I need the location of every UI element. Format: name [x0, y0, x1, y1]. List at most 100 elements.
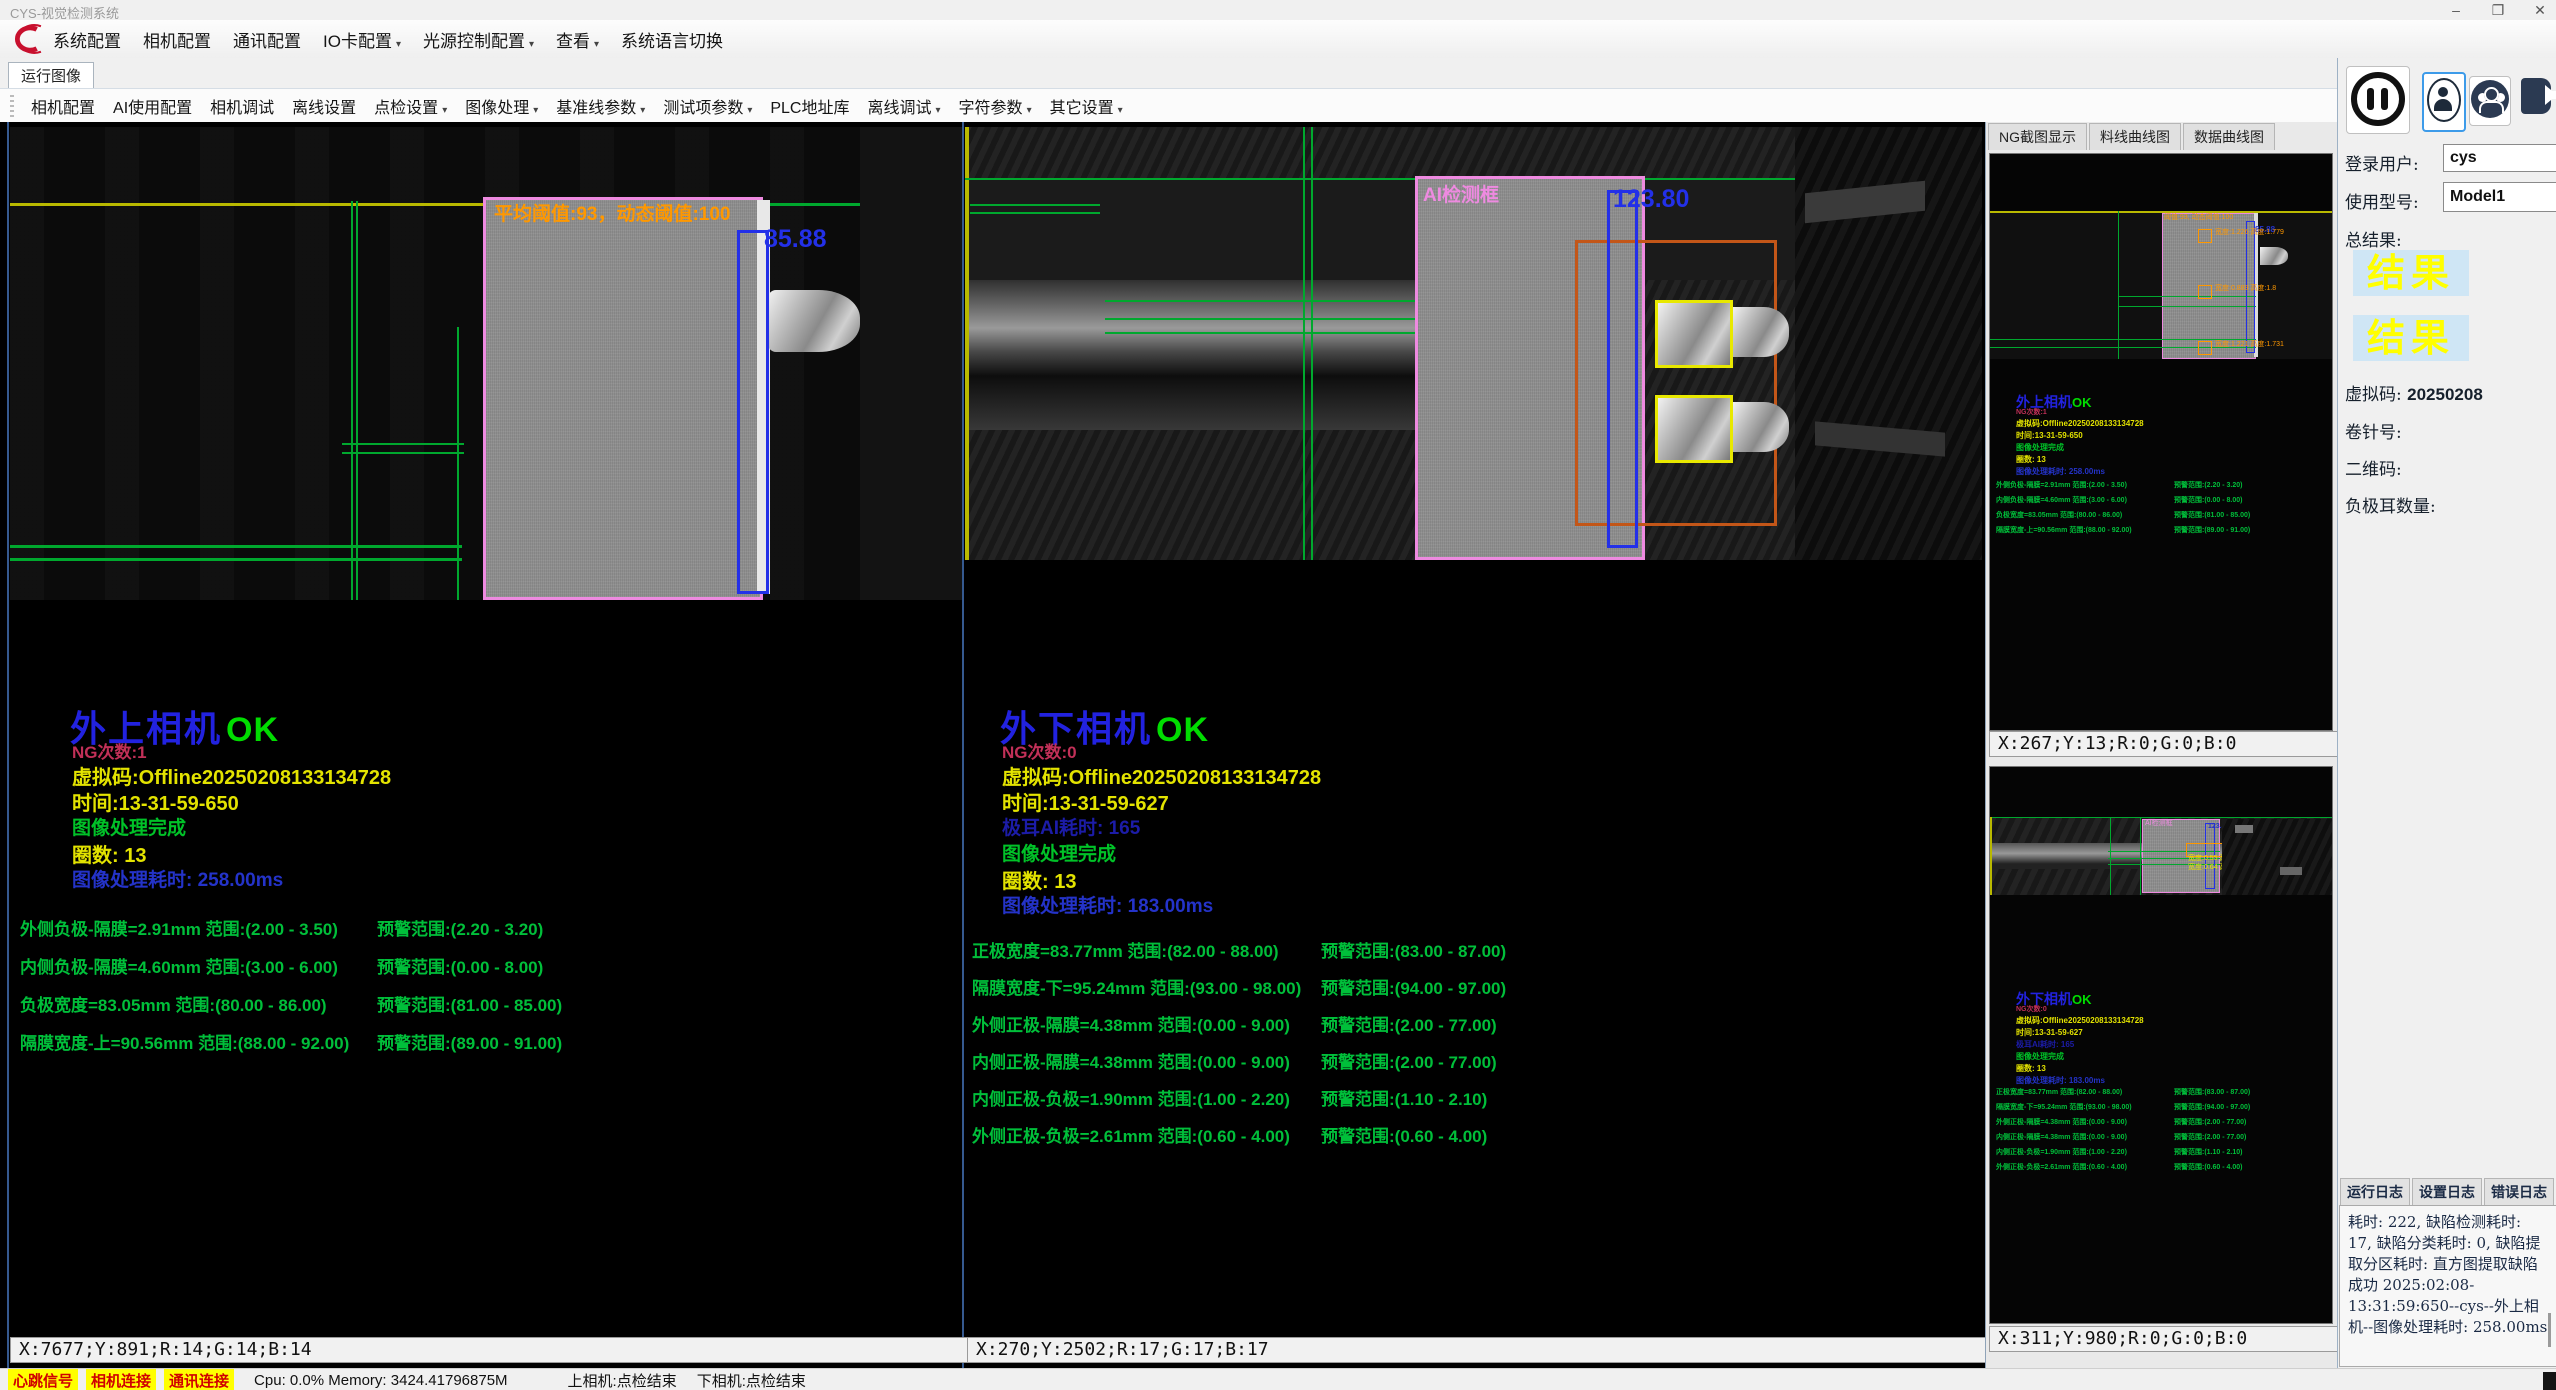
toolbar-item[interactable]: 相机配置 — [22, 94, 104, 118]
exit-button[interactable] — [2516, 72, 2556, 126]
loop-count: 圈数: 13 — [72, 839, 146, 868]
ai-detect-annotations: 宽度:1.226 高度:1.779 宽度:0.889 高度:1.8 宽度:1.2… — [2198, 229, 2284, 355]
toolbar-item[interactable]: AI使用配置 — [104, 94, 201, 118]
tab-run-image[interactable]: 运行图像 — [8, 62, 94, 88]
ng-thumbnail-bottom-camera[interactable]: AI检测框 123.80 宽度:0.55 高度:1.8宽度:0.64 高度:1.… — [1989, 766, 2333, 1324]
ng-tab[interactable]: 数据曲线图 — [2183, 123, 2275, 150]
virtual-code-row: 虚拟码: 20250208 — [2345, 380, 2483, 405]
measurement-text: 外侧正极-负极=2.61mm 范围:(0.60 - 4.00) — [1996, 1164, 2174, 1172]
toolbar-item[interactable]: 图像处理▾ — [456, 94, 547, 118]
ng-count: NG次数:1 — [72, 738, 147, 763]
menu-item-label: 通讯配置 — [233, 32, 301, 51]
measurement-text: 隔膜宽度-上=90.56mm 范围:(88.00 - 92.00) — [1996, 527, 2174, 535]
mini-image-strip: AI检测框 123.80 宽度:0.55 高度:1.8宽度:0.64 高度:1.… — [1990, 817, 2332, 895]
log-tab[interactable]: 运行日志 — [2340, 1178, 2410, 1205]
orange-detect-box — [2198, 341, 2212, 355]
dark-band — [860, 127, 962, 600]
ai-annotation-text: 宽度:1.226 高度:1.779 — [2215, 229, 2284, 237]
menu-bar: 系统配置 相机配置 通讯配置 IO卡配置▾ 光源控制配置▾ 查看▾ 系统语言切换 — [0, 20, 2556, 59]
log-output[interactable]: 耗时: 222, 缺陷检测耗时: 17, 缺陷分类耗时: 0, 缺陷提取分区耗时… — [2339, 1205, 2556, 1367]
login-user-field[interactable] — [2443, 144, 2556, 172]
menu-item[interactable]: 系统配置 — [42, 27, 132, 52]
result-badge-bottom: 结果 — [2353, 315, 2469, 361]
toolbar-item-label: 基准线参数 — [556, 100, 636, 117]
menu-item[interactable]: IO卡配置▾ — [312, 27, 412, 52]
blue-measure-value: 85.88 — [764, 225, 827, 254]
menu-item[interactable]: 通讯配置 — [222, 27, 312, 52]
toolbar-item[interactable]: 离线设置 — [283, 94, 365, 118]
log-tab-bar: 运行日志设置日志错误日志 — [2340, 1181, 2556, 1205]
process-elapsed: 图像处理耗时: 183.00ms — [1002, 891, 1213, 918]
measurement-warning: 预警范围:(0.60 - 4.00) — [1321, 1125, 1506, 1149]
ng-thumbnail-top-camera[interactable]: 阈值:93, 动态阈值:100 85.88 宽度:1.226 高度:1.779 … — [1989, 153, 2333, 731]
maximize-button[interactable]: ❐ — [2488, 2, 2508, 19]
status-badge: 通讯连接 — [164, 1369, 234, 1390]
ng-tab[interactable]: 料线曲线图 — [2089, 123, 2181, 150]
toolbar-item-label: 测试项参数 — [663, 100, 743, 117]
virtual-code-label: 虚拟码: — [2345, 385, 2402, 405]
measurement-warning: 预警范围:(1.10 - 2.10) — [2174, 1149, 2250, 1157]
close-button[interactable]: ✕ — [2530, 2, 2550, 19]
mini-measurement-list: 外侧负极-隔膜=2.91mm 范围:(2.00 - 3.50) 预警范围:(2.… — [1996, 482, 2250, 535]
measurement-warning: 预警范围:(2.20 - 3.20) — [377, 918, 562, 942]
log-tab[interactable]: 设置日志 — [2412, 1178, 2482, 1205]
ai-box-label: AI检测框 — [1423, 180, 1499, 207]
capture-time: 时间:13-31-59-650 — [72, 787, 239, 816]
toolbar-item[interactable]: 字符参数▾ — [950, 94, 1041, 118]
loop-count: 圈数: 13 — [1002, 865, 1076, 894]
minimize-button[interactable]: – — [2446, 2, 2466, 18]
menu-item[interactable]: 查看▾ — [545, 27, 610, 52]
virtual-code-value: 20250208 — [2407, 385, 2483, 404]
green-measure-line — [970, 212, 1100, 214]
logout-icon — [2521, 78, 2551, 114]
camera-status: OK — [2072, 395, 2092, 410]
menu-item-label: 系统语言切换 — [621, 32, 723, 51]
measurement-text: 外侧正极-隔膜=4.38mm 范围:(0.00 - 9.00) — [972, 1014, 1321, 1038]
toolbar-item[interactable]: 离线调试▾ — [859, 94, 950, 118]
menu-item[interactable]: 光源控制配置▾ — [412, 27, 545, 52]
reel-number-label: 卷针号: — [2345, 418, 2402, 443]
toolbar-item[interactable]: 基准线参数 ▾ — [547, 94, 654, 118]
ai-annotation-text: 宽度:1.221 高度:1.731 — [2215, 341, 2284, 349]
toolbar-item-label: AI使用配置 — [113, 100, 192, 117]
ng-tab[interactable]: NG截图显示 — [1988, 123, 2087, 150]
electrode-tab-blob — [1733, 402, 1789, 452]
toolbar-item[interactable]: 其它设置▾ — [1041, 94, 1132, 118]
chevron-down-icon: ▾ — [747, 105, 752, 116]
yellow-tab-box — [1655, 395, 1733, 463]
bottom-camera-coords-readout: X:270;Y:2502;R:17;G:17;B:17 — [967, 1337, 1990, 1363]
status-badge: 相机连接 — [86, 1369, 156, 1390]
menu-item[interactable]: 系统语言切换 — [610, 27, 734, 52]
chevron-down-icon: ▾ — [1118, 105, 1123, 116]
user-login-button[interactable] — [2422, 72, 2466, 132]
model-label: 使用型号: — [2345, 188, 2419, 213]
bottom-camera-image-view[interactable]: AI检测框 123.80 — [965, 127, 1982, 560]
pause-button[interactable] — [2346, 66, 2410, 134]
virtual-code: 虚拟码:Offline20250208133134728 — [1002, 761, 1321, 790]
camera-status: OK — [2072, 992, 2092, 1007]
window-controls: – ❐ ✕ — [2446, 0, 2550, 20]
virtual-code: 虚拟码:Offline20250208133134728 — [72, 761, 391, 790]
toolbar-item[interactable]: 测试项参数 ▾ — [654, 94, 761, 118]
measurement-text: 负极宽度=83.05mm 范围:(80.00 - 86.00) — [20, 994, 377, 1018]
bottom-camera-check-status: 下相机:点检结束 — [697, 1370, 806, 1390]
ai-detect-annotation: 宽度:0.889 高度:1.8 — [2198, 285, 2284, 299]
log-scrollbar-thumb[interactable] — [2548, 1313, 2551, 1347]
measurement-warning: 预警范围:(0.00 - 8.00) — [2174, 497, 2250, 505]
user-management-button[interactable] — [2469, 76, 2511, 126]
capture-time: 时间:13-31-59-627 — [1002, 787, 1169, 816]
camera-status: OK — [226, 711, 279, 749]
measurement-warning: 预警范围:(2.00 - 77.00) — [1321, 1051, 1506, 1075]
measurement-text: 内侧负极-隔膜=4.60mm 范围:(3.00 - 6.00) — [20, 956, 377, 980]
menu-item[interactable]: 相机配置 — [132, 27, 222, 52]
toolbar-item[interactable]: 点检设置▾ — [365, 94, 456, 118]
chevron-down-icon: ▾ — [640, 105, 645, 116]
model-field[interactable] — [2443, 182, 2556, 212]
top-camera-image-view[interactable]: 平均阈值:93，动态阈值:100 85.88 — [10, 127, 962, 600]
toolbar-item[interactable]: 相机调试 — [201, 94, 283, 118]
log-tab[interactable]: 错误日志 — [2484, 1178, 2554, 1205]
total-result-label: 总结果: — [2345, 226, 2402, 251]
toolbar-item[interactable]: PLC地址库 — [761, 94, 858, 118]
measurement-text: 隔膜宽度-下=95.24mm 范围:(93.00 - 98.00) — [972, 977, 1321, 1001]
green-reference-line — [2140, 817, 2141, 895]
